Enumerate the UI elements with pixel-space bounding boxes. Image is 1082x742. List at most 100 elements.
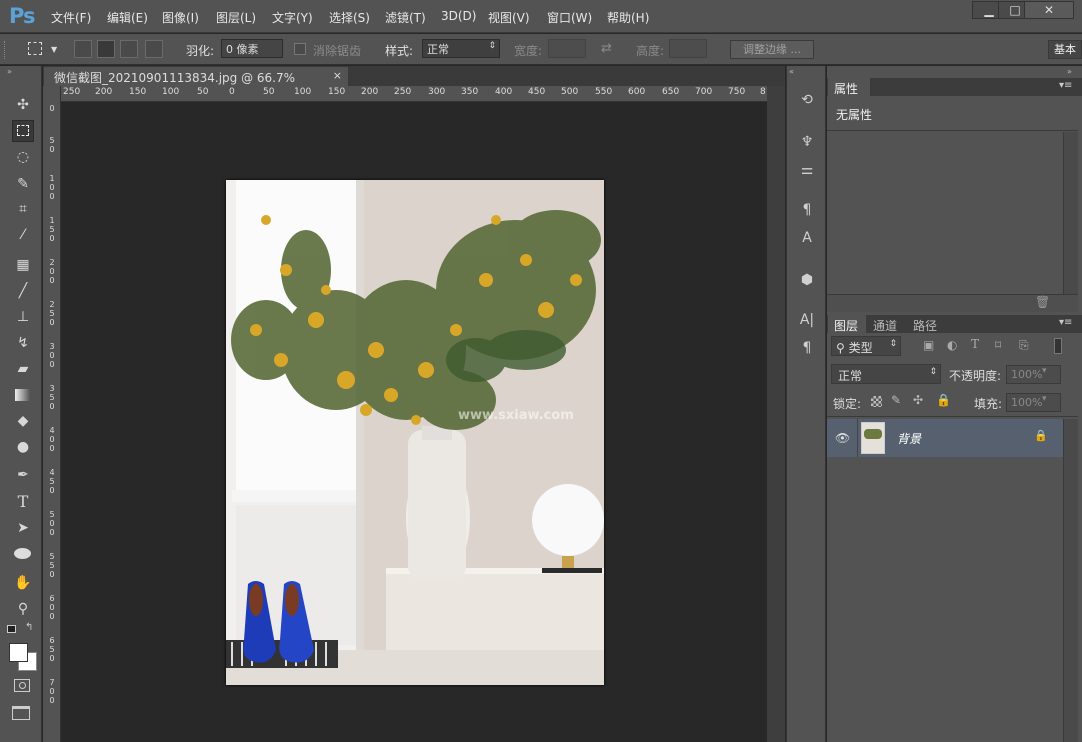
eyedropper-tool-icon[interactable]: ⁄: [12, 224, 34, 246]
character-panel-icon[interactable]: A|: [797, 312, 817, 332]
layers-scrollbar[interactable]: [1063, 419, 1078, 742]
chevron-down-icon[interactable]: ▼: [51, 45, 57, 54]
tab-channels[interactable]: 通道: [873, 317, 897, 334]
blend-mode-select[interactable]: 正常 ⇕: [831, 364, 941, 384]
collapse-icon[interactable]: »: [7, 67, 12, 76]
new-selection-icon[interactable]: [74, 40, 92, 58]
history-brush-tool-icon[interactable]: ↯: [12, 332, 34, 354]
layer-row[interactable]: 👁 背景 🔒: [827, 419, 1063, 457]
gradient-tool-icon[interactable]: [12, 384, 34, 406]
foreground-color-swatch[interactable]: [9, 643, 28, 662]
screen-mode-icon[interactable]: [12, 706, 30, 720]
ruler-tick: 700: [695, 87, 713, 97]
brush-panel-icon[interactable]: ♆: [797, 134, 817, 154]
blur-tool-icon[interactable]: ◆: [12, 410, 34, 432]
filter-toggle[interactable]: [1054, 338, 1062, 354]
chevron-down-icon[interactable]: ▾: [1042, 366, 1047, 376]
opacity-input[interactable]: 100%: [1006, 365, 1061, 384]
lock-pixels-icon[interactable]: ✎: [891, 393, 901, 407]
filter-smartobject-icon[interactable]: ⎘: [1019, 338, 1029, 353]
divider: [827, 416, 1078, 417]
subtract-selection-icon[interactable]: [120, 40, 138, 58]
menu-3d[interactable]: 3D(D): [441, 9, 476, 23]
refine-edge-button[interactable]: 调整边缘 ...: [730, 40, 814, 59]
quick-selection-tool-icon[interactable]: ✎: [12, 173, 34, 195]
visibility-eye-icon[interactable]: 👁: [835, 431, 850, 445]
menu-select[interactable]: 选择(S): [329, 9, 370, 26]
pen-tool-icon[interactable]: ✒: [12, 464, 34, 486]
document-image[interactable]: www.sxiaw.com: [226, 180, 604, 685]
healing-brush-tool-icon[interactable]: ▦: [12, 254, 34, 276]
paragraph-styles-icon[interactable]: ¶: [797, 202, 817, 222]
lock-icon: 🔒: [1034, 429, 1048, 442]
paragraph-panel-icon[interactable]: ¶: [797, 340, 817, 360]
menu-help[interactable]: 帮助(H): [607, 9, 649, 26]
menu-image[interactable]: 图像(I): [162, 9, 199, 26]
character-styles-icon[interactable]: A: [797, 230, 817, 250]
height-input[interactable]: [669, 39, 707, 58]
fill-input[interactable]: 100%: [1006, 393, 1061, 412]
add-to-selection-icon[interactable]: [97, 40, 115, 58]
menu-layer[interactable]: 图层(L): [216, 9, 256, 26]
marquee-tool-icon[interactable]: [12, 120, 34, 142]
lock-position-icon[interactable]: ✣: [913, 393, 923, 407]
clone-stamp-tool-icon[interactable]: ⊥: [12, 306, 34, 328]
feather-input[interactable]: 0 像素: [221, 39, 283, 58]
menu-view[interactable]: 视图(V): [488, 9, 530, 26]
type-tool-icon[interactable]: T: [12, 491, 34, 513]
trash-icon[interactable]: 🗑: [1035, 295, 1050, 309]
hand-tool-icon[interactable]: ✋: [12, 572, 34, 594]
default-colors-icon[interactable]: [7, 625, 16, 633]
zoom-tool-icon[interactable]: ⚲: [12, 598, 34, 620]
filter-pixel-icon[interactable]: ▣: [923, 338, 934, 352]
move-tool-icon[interactable]: ✣: [12, 94, 34, 116]
document-tab[interactable]: 微信截图_20210901113834.jpg @ 66.7%(RGB/8#) …: [44, 67, 348, 100]
crop-tool-icon[interactable]: ⌗: [12, 198, 34, 220]
layer-filter-select[interactable]: ⚲ 类型 ⇕: [831, 336, 901, 356]
ruler-tick: 0: [49, 104, 55, 113]
workspace-button[interactable]: 基本: [1048, 40, 1082, 59]
tab-layers[interactable]: 图层: [828, 315, 866, 333]
intersect-selection-icon[interactable]: [145, 40, 163, 58]
path-selection-tool-icon[interactable]: ➤: [12, 517, 34, 539]
adjustments-panel-icon[interactable]: ⚌: [797, 162, 817, 182]
chevron-down-icon[interactable]: ▾: [1042, 394, 1047, 404]
swap-colors-icon[interactable]: ↰: [25, 622, 33, 633]
filter-type-icon[interactable]: T: [971, 337, 979, 351]
filter-adjustment-icon[interactable]: ◐: [947, 338, 957, 352]
filter-shape-icon[interactable]: ⌑: [995, 338, 1001, 352]
expand-icon[interactable]: «: [789, 67, 794, 76]
panel-menu-icon[interactable]: ▾≡: [1059, 317, 1072, 328]
expand-icon[interactable]: »: [1067, 67, 1072, 76]
menu-window[interactable]: 窗口(W): [547, 9, 592, 26]
tab-properties[interactable]: 属性: [828, 78, 870, 96]
layers-list-empty: [827, 458, 1063, 742]
close-button[interactable]: ✕: [1024, 1, 1074, 19]
panel-menu-icon[interactable]: ▾≡: [1059, 80, 1072, 91]
ellipse-tool-icon[interactable]: [12, 543, 34, 565]
menu-filter[interactable]: 滤镜(T): [385, 9, 426, 26]
swap-icon[interactable]: ⇄: [601, 41, 612, 56]
dodge-tool-icon[interactable]: ●: [12, 436, 34, 458]
quick-mask-icon[interactable]: [14, 679, 30, 692]
history-panel-icon[interactable]: ⟲: [797, 92, 817, 112]
lasso-tool-icon[interactable]: ◌: [12, 146, 34, 168]
menu-edit[interactable]: 编辑(E): [107, 9, 148, 26]
brush-tool-icon[interactable]: ╱: [12, 280, 34, 302]
tab-close-icon[interactable]: ×: [333, 69, 342, 82]
lock-all-icon[interactable]: 🔒: [936, 393, 951, 407]
menu-file[interactable]: 文件(F): [51, 9, 91, 26]
antialias-checkbox[interactable]: [294, 43, 306, 55]
menu-type[interactable]: 文字(Y): [272, 9, 313, 26]
3d-panel-icon[interactable]: ⬢: [797, 272, 817, 292]
tab-paths[interactable]: 路径: [913, 317, 937, 334]
properties-scrollbar[interactable]: [1063, 132, 1078, 294]
ruler-tick: 450: [528, 87, 546, 97]
marquee-preset-icon[interactable]: [28, 42, 42, 55]
canvas-scrollbar[interactable]: [767, 86, 785, 742]
width-input[interactable]: [548, 39, 586, 58]
lock-transparent-icon[interactable]: [871, 396, 882, 407]
eraser-tool-icon[interactable]: ▰: [12, 358, 34, 380]
layer-name[interactable]: 背景: [897, 430, 921, 447]
style-select[interactable]: 正常 ⇕: [422, 39, 500, 58]
